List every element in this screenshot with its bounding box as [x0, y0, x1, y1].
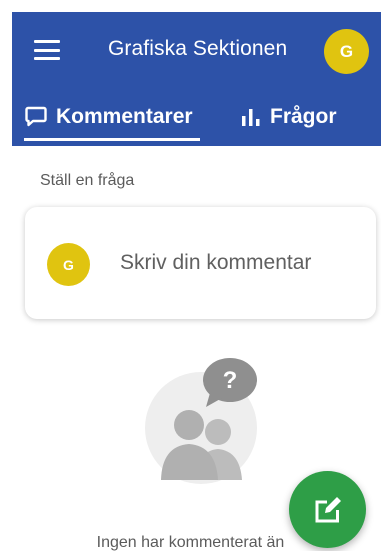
svg-text:?: ? — [223, 367, 238, 394]
tab-label-kommentarer: Kommentarer — [56, 105, 193, 128]
edit-icon — [315, 496, 341, 522]
user-avatar[interactable]: G — [324, 29, 369, 74]
app-bar: Grafiska Sektionen G Kommentarer Frågor — [12, 12, 381, 146]
ask-question-label: Ställ en fråga — [40, 172, 135, 189]
comment-placeholder[interactable]: Skriv din kommentar — [120, 251, 311, 275]
menu-icon[interactable] — [34, 40, 60, 60]
comment-avatar: G — [47, 243, 90, 286]
active-tab-indicator — [24, 138, 200, 141]
screen: Grafiska Sektionen G Kommentarer Frågor … — [0, 0, 381, 551]
tab-fragor[interactable]: Frågor — [240, 98, 337, 136]
people-question-icon: ? — [145, 358, 257, 484]
bar-chart-icon — [242, 109, 260, 126]
comment-icon — [25, 106, 47, 127]
tab-label-fragor: Frågor — [270, 105, 337, 128]
tab-kommentarer[interactable]: Kommentarer — [24, 98, 193, 136]
comment-input-card[interactable]: G Skriv din kommentar — [25, 207, 376, 319]
app-title: Grafiska Sektionen — [108, 37, 288, 60]
write-comment-button[interactable] — [289, 471, 366, 548]
